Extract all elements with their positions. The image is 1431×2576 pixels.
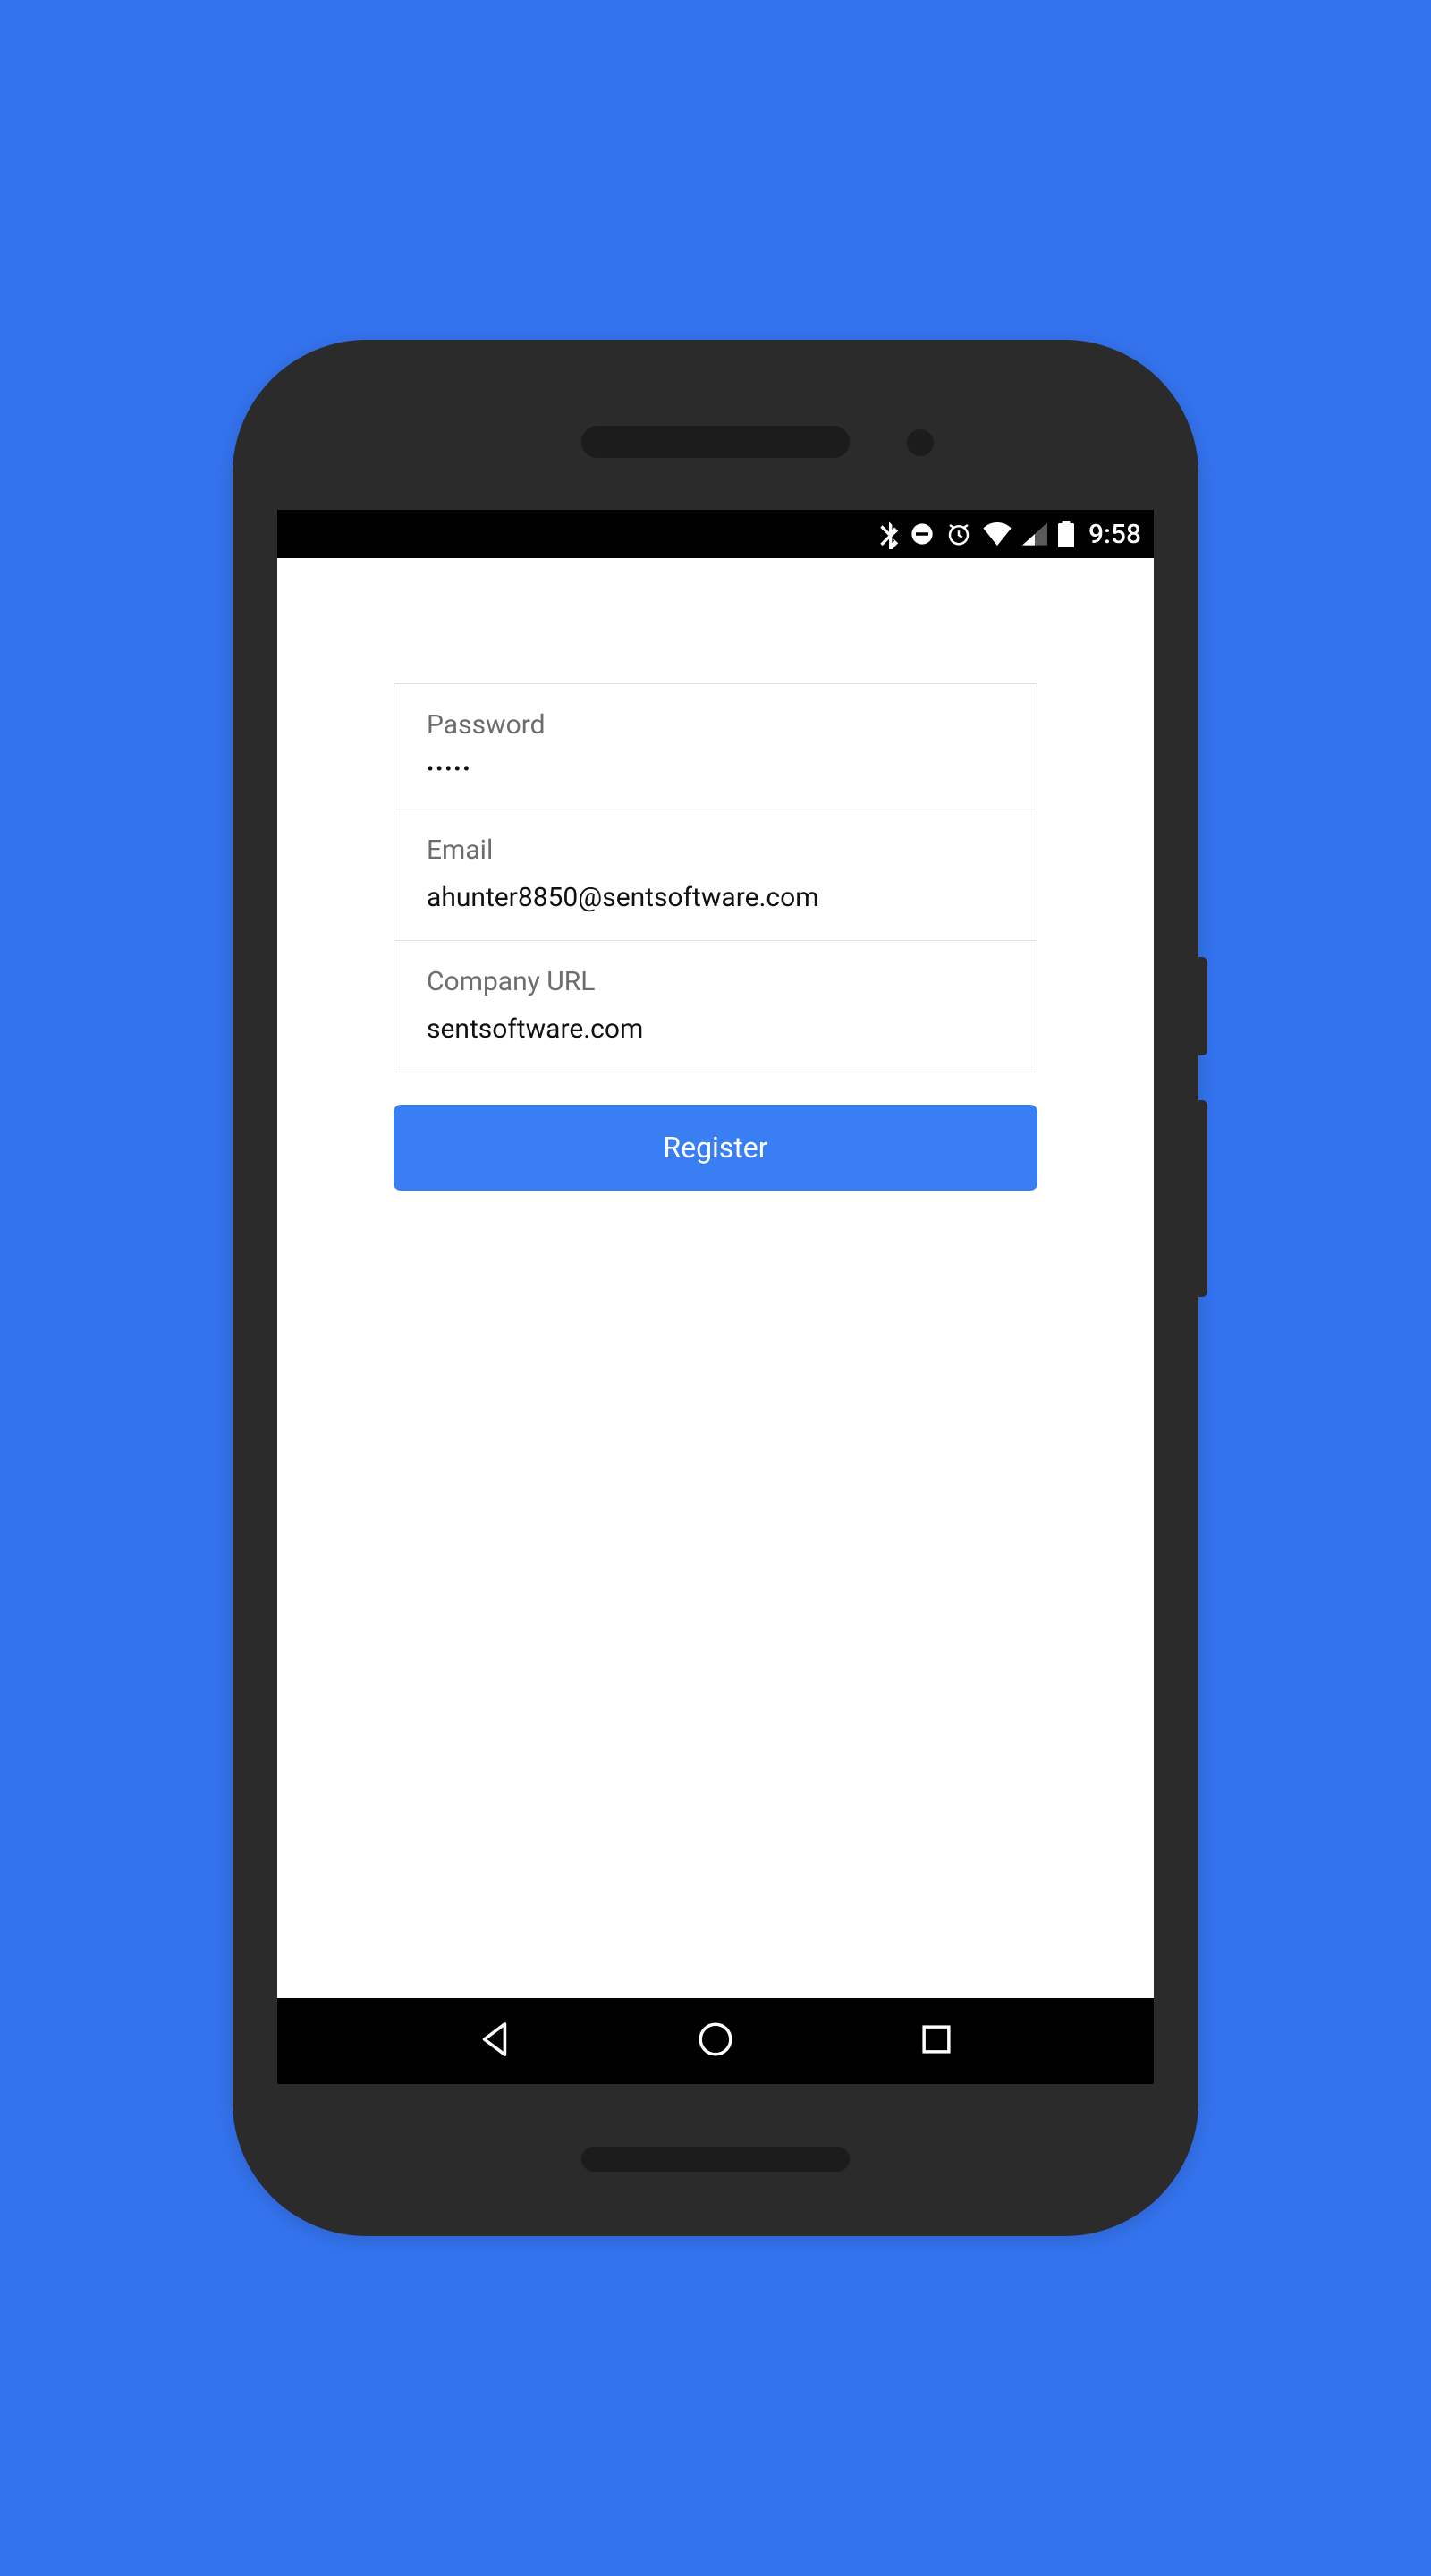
bluetooth-icon — [879, 519, 899, 549]
alarm-icon — [945, 521, 972, 547]
phone-side-button — [1195, 1100, 1207, 1297]
device-frame: 9:58 Password Email Company URL Register — [233, 340, 1198, 2236]
app-content: Password Email Company URL Register — [277, 558, 1154, 1998]
status-time: 9:58 — [1088, 519, 1141, 550]
email-field-row: Email — [394, 809, 1037, 940]
password-input[interactable] — [427, 757, 1004, 782]
phone-bottom-speaker — [581, 2147, 850, 2172]
back-triangle-icon — [478, 2021, 511, 2061]
email-input[interactable] — [427, 882, 1004, 913]
phone-speaker — [581, 426, 850, 458]
form-field-group: Password Email Company URL — [394, 683, 1037, 1072]
cell-signal-icon — [1022, 522, 1047, 546]
company-url-label: Company URL — [427, 966, 1004, 997]
password-field-row: Password — [394, 684, 1037, 809]
battery-icon — [1058, 521, 1074, 547]
phone-side-button — [1195, 957, 1207, 1055]
navigation-bar — [277, 1998, 1154, 2084]
register-button[interactable]: Register — [394, 1105, 1037, 1191]
do-not-disturb-icon — [910, 521, 935, 547]
phone-camera — [907, 429, 934, 456]
back-button[interactable] — [472, 2019, 517, 2063]
recents-square-icon — [920, 2023, 953, 2059]
recents-button[interactable] — [914, 2019, 959, 2063]
company-url-field-row: Company URL — [394, 940, 1037, 1072]
password-label: Password — [427, 709, 1004, 741]
home-circle-icon — [697, 2021, 734, 2062]
home-button[interactable] — [693, 2019, 738, 2063]
company-url-input[interactable] — [427, 1013, 1004, 1045]
screen: 9:58 Password Email Company URL Register — [277, 510, 1154, 2084]
email-label: Email — [427, 835, 1004, 866]
wifi-icon — [983, 522, 1012, 546]
status-bar: 9:58 — [277, 510, 1154, 558]
